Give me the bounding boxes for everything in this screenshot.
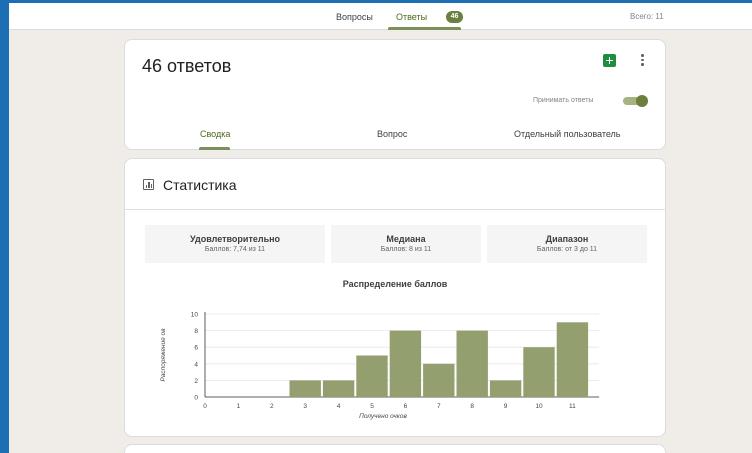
toggle-knob <box>636 95 648 107</box>
responses-summary-card: 46 ответов Принимать ответы Сводка Вопро… <box>124 39 666 150</box>
y-tick-label: 2 <box>194 378 198 385</box>
x-axis-label: Получено очков <box>359 413 407 420</box>
x-tick-label: 1 <box>237 403 241 410</box>
window-frame-left <box>0 0 9 453</box>
y-tick-label: 4 <box>194 361 198 368</box>
x-tick-label: 4 <box>337 403 341 410</box>
tab-summary[interactable]: Сводка <box>200 129 230 139</box>
y-tick-label: 10 <box>191 312 199 319</box>
tab-questions[interactable]: Вопросы <box>336 12 373 22</box>
total-points-label: Всего: 11 <box>630 12 664 21</box>
chart-bar <box>389 330 422 397</box>
window-frame-top <box>0 0 752 3</box>
y-tick-label: 0 <box>194 395 198 402</box>
score-distribution-chart: 0 2 4 6 8 10 0 1 2 3 4 5 6 7 8 9 10 11 Получено очков Распо… <box>160 312 600 420</box>
chart-bar <box>556 322 589 397</box>
chart-bar <box>356 355 388 397</box>
chart-bar <box>456 330 488 397</box>
tab-individual[interactable]: Отдельный пользователь <box>514 129 621 139</box>
responses-count-title: 46 ответов <box>142 56 232 76</box>
x-tick-label: 7 <box>437 403 441 410</box>
chart-bar <box>523 347 555 397</box>
accept-responses-label: Принимать ответы <box>533 97 594 104</box>
chart-bar <box>489 380 522 397</box>
x-tick-label: 10 <box>535 403 543 410</box>
y-tick-label: 8 <box>194 328 198 335</box>
form-top-navigation: Вопросы Ответы 46 Всего: 11 <box>9 3 752 30</box>
x-tick-label: 2 <box>270 403 274 410</box>
x-tick-label: 11 <box>569 403 576 410</box>
sheets-icon[interactable] <box>603 54 616 67</box>
next-card <box>124 444 666 453</box>
summary-tab-indicator <box>199 147 230 150</box>
active-tab-indicator <box>388 27 461 30</box>
x-tick-label: 9 <box>504 403 508 410</box>
tab-answers[interactable]: Ответы <box>396 12 427 22</box>
x-tick-label: 8 <box>470 403 474 410</box>
chart-bar <box>322 380 355 397</box>
x-tick-label: 0 <box>203 403 207 410</box>
tab-question[interactable]: Вопрос <box>377 129 407 139</box>
answers-count-badge: 46 <box>446 11 463 23</box>
x-tick-label: 6 <box>404 403 408 410</box>
x-tick-label: 5 <box>370 403 374 410</box>
y-tick-label: 6 <box>194 345 198 352</box>
statistics-card: Статистика Удовлетворительно Баллов: 7,7… <box>124 158 666 437</box>
chart-bar <box>289 380 321 397</box>
y-axis-label: Распоряжение ов <box>160 328 167 382</box>
chart-bar <box>423 363 455 397</box>
x-tick-label: 3 <box>303 403 307 410</box>
more-vert-icon[interactable] <box>639 53 645 67</box>
accept-responses-toggle[interactable] <box>623 95 649 107</box>
